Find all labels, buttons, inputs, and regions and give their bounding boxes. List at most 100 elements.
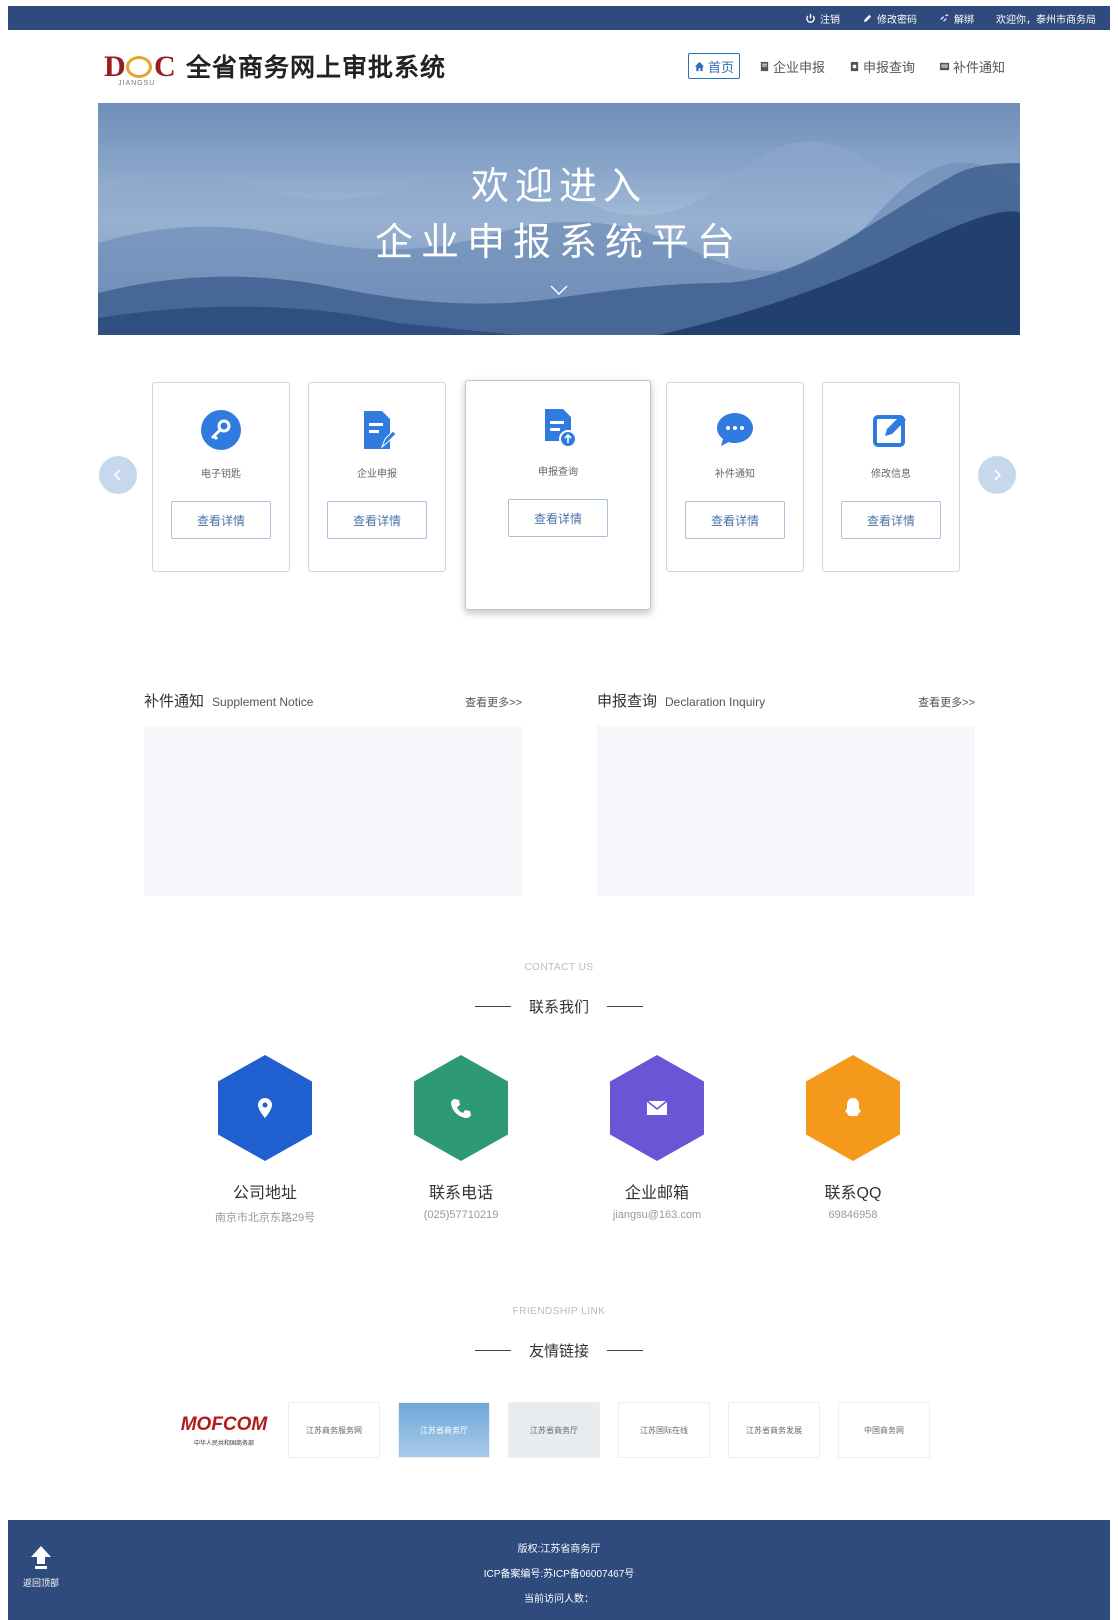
contact-value: (025)57710219 xyxy=(423,1209,499,1221)
unlink-icon xyxy=(940,13,949,22)
contact-title: 公司地址 xyxy=(232,1185,297,1202)
nav-supplement-notice[interactable]: 补件通知 xyxy=(934,53,1010,79)
unbind-label: 解绑 xyxy=(954,14,974,26)
key-icon xyxy=(200,409,242,451)
hexagon-badge xyxy=(806,1055,900,1161)
panel-title: 申报查询 xyxy=(597,693,658,710)
location-icon xyxy=(258,1098,272,1118)
document-icon xyxy=(760,61,769,71)
supplement-notice-header: 补件通知 Supplement Notice 查看更多>> xyxy=(144,690,522,711)
card-modify-info[interactable]: 修改信息 查看详情 xyxy=(822,382,960,572)
upload-document-icon xyxy=(537,407,579,449)
view-details-button[interactable]: 查看详情 xyxy=(685,501,785,539)
view-more-link[interactable]: 查看更多>> xyxy=(918,694,975,710)
qq-icon xyxy=(845,1098,861,1116)
link-jiangsu-commerce-dept[interactable]: 江苏省商务厅 xyxy=(398,1402,490,1458)
copyright-text: 版权:江苏省商务厅 xyxy=(517,1544,601,1555)
section-title: 友情链接 xyxy=(528,1343,589,1360)
contact-phone: 联系电话 (025)57710219 xyxy=(391,1055,531,1221)
link-jiangsu-commerce-dept-2[interactable]: 江苏省商务厅 xyxy=(508,1402,600,1458)
change-password-label: 修改密码 xyxy=(877,14,917,26)
contact-title: 联系电话 xyxy=(428,1185,493,1202)
link-label: 中国商务网 xyxy=(864,1425,904,1435)
links-section-title: 友情链接 xyxy=(0,1340,1118,1361)
unbind-link[interactable]: 解绑 xyxy=(939,11,974,26)
links-section-en: FRIENDSHIP LINK xyxy=(512,1306,606,1317)
logo-sub: JIANGSU xyxy=(118,80,156,87)
link-label: 江苏省商务厅 xyxy=(530,1425,578,1435)
home-icon xyxy=(694,61,705,71)
logout-label: 注销 xyxy=(820,14,840,26)
site-title: 全省商务网上审批系统 xyxy=(186,54,447,82)
nav-apply-query[interactable]: 申报查询 xyxy=(844,53,920,79)
link-jiangsu-international[interactable]: 江苏国际在线 xyxy=(618,1402,710,1458)
link-china-commerce[interactable]: 中国商务网 xyxy=(838,1402,930,1458)
header: D C JIANGSU 全省商务网上审批系统 首页 企业申报 申报查询 补件通知 xyxy=(98,40,1020,90)
footer: 返回顶部 版权:江苏省商务厅 ICP备案编号:苏ICP备06007467号 当前… xyxy=(8,1520,1110,1620)
chat-icon xyxy=(714,409,756,451)
hexagon-badge xyxy=(610,1055,704,1161)
logout-link[interactable]: 注销 xyxy=(805,11,840,26)
card-label: 企业申报 xyxy=(357,469,397,480)
panel-title: 补件通知 xyxy=(144,693,205,710)
declaration-inquiry-header: 申报查询 Declaration Inquiry 查看更多>> xyxy=(597,690,975,711)
mofcom-logo-text: MOFCOM xyxy=(180,1413,268,1435)
view-details-button[interactable]: 查看详情 xyxy=(508,499,608,537)
site-logo[interactable]: D C JIANGSU 全省商务网上审批系统 xyxy=(104,46,447,87)
supplement-notice-list xyxy=(144,726,522,896)
icp-text: ICP备案编号:苏ICP备06007467号 xyxy=(483,1569,635,1580)
link-mofcom[interactable]: MOFCOM 中华人民共和国商务部 xyxy=(178,1402,270,1458)
contact-value: 69846958 xyxy=(828,1209,878,1221)
chevron-left-icon xyxy=(113,469,121,481)
hexagon-badge xyxy=(218,1055,312,1161)
welcome-label: 欢迎你，泰州市商务局 xyxy=(996,14,1096,26)
welcome-text: 欢迎你，泰州市商务局 xyxy=(996,11,1096,26)
card-apply-query[interactable]: 申报查询 查看详情 xyxy=(465,380,651,610)
hero-banner: 欢迎进入 企业申报系统平台 xyxy=(98,103,1020,335)
banner-line-2: 企业申报系统平台 xyxy=(374,222,743,264)
chevron-down-icon[interactable] xyxy=(549,283,569,297)
carousel-prev-button[interactable] xyxy=(99,456,137,494)
friend-links: MOFCOM 中华人民共和国商务部 江苏商务服务网 江苏省商务厅 江苏省商务厅 … xyxy=(178,1402,930,1458)
phone-icon xyxy=(451,1099,471,1118)
mail-icon xyxy=(646,1100,668,1115)
pencil-icon xyxy=(863,14,872,22)
link-label: 江苏国际在线 xyxy=(640,1425,688,1435)
top-bar: 注销 修改密码 解绑 欢迎你，泰州市商务局 xyxy=(8,6,1110,30)
edit-document-icon xyxy=(356,409,398,451)
link-jiangsu-commerce-dev[interactable]: 江苏省商务发展 xyxy=(728,1402,820,1458)
banner-line-1: 欢迎进入 xyxy=(470,166,647,208)
declaration-inquiry-list xyxy=(597,726,975,896)
contact-title: 联系QQ xyxy=(824,1185,882,1202)
panel-subtitle: Declaration Inquiry xyxy=(665,695,766,709)
panel-subtitle: Supplement Notice xyxy=(212,695,314,709)
contact-section-en: CONTACT US xyxy=(524,962,594,973)
view-details-button[interactable]: 查看详情 xyxy=(171,501,271,539)
mofcom-logo-sub: 中华人民共和国商务部 xyxy=(193,1440,254,1447)
card-enterprise-apply[interactable]: 企业申报 查看详情 xyxy=(308,382,446,572)
nav-apply-query-label: 申报查询 xyxy=(862,59,915,75)
notice-icon xyxy=(939,62,950,70)
change-password-link[interactable]: 修改密码 xyxy=(862,11,917,26)
visitor-count-text: 当前访问人数： xyxy=(524,1594,594,1605)
nav-home-label: 首页 xyxy=(707,59,734,75)
card-electronic-key[interactable]: 电子钥匙 查看详情 xyxy=(152,382,290,572)
view-details-button[interactable]: 查看详情 xyxy=(841,501,941,539)
card-supplement-notice[interactable]: 补件通知 查看详情 xyxy=(666,382,804,572)
view-more-link[interactable]: 查看更多>> xyxy=(465,694,522,710)
carousel-next-button[interactable] xyxy=(978,456,1016,494)
contact-address: 公司地址 南京市北京东路29号 xyxy=(195,1055,335,1225)
nav-enterprise-apply[interactable]: 企业申报 xyxy=(754,53,830,79)
nav-enterprise-apply-label: 企业申报 xyxy=(772,59,825,75)
nav-home[interactable]: 首页 xyxy=(687,53,740,79)
hexagon-badge xyxy=(414,1055,508,1161)
main-nav: 首页 企业申报 申报查询 补件通知 xyxy=(687,53,1010,79)
card-label: 电子钥匙 xyxy=(201,469,241,480)
section-title: 联系我们 xyxy=(528,999,589,1016)
nav-supplement-notice-label: 补件通知 xyxy=(952,59,1005,75)
link-jiangsu-commerce-service[interactable]: 江苏商务服务网 xyxy=(288,1402,380,1458)
contact-value: 南京市北京东路29号 xyxy=(214,1212,316,1224)
edit-icon xyxy=(870,409,912,451)
view-details-button[interactable]: 查看详情 xyxy=(327,501,427,539)
link-label: 江苏商务服务网 xyxy=(306,1425,362,1435)
